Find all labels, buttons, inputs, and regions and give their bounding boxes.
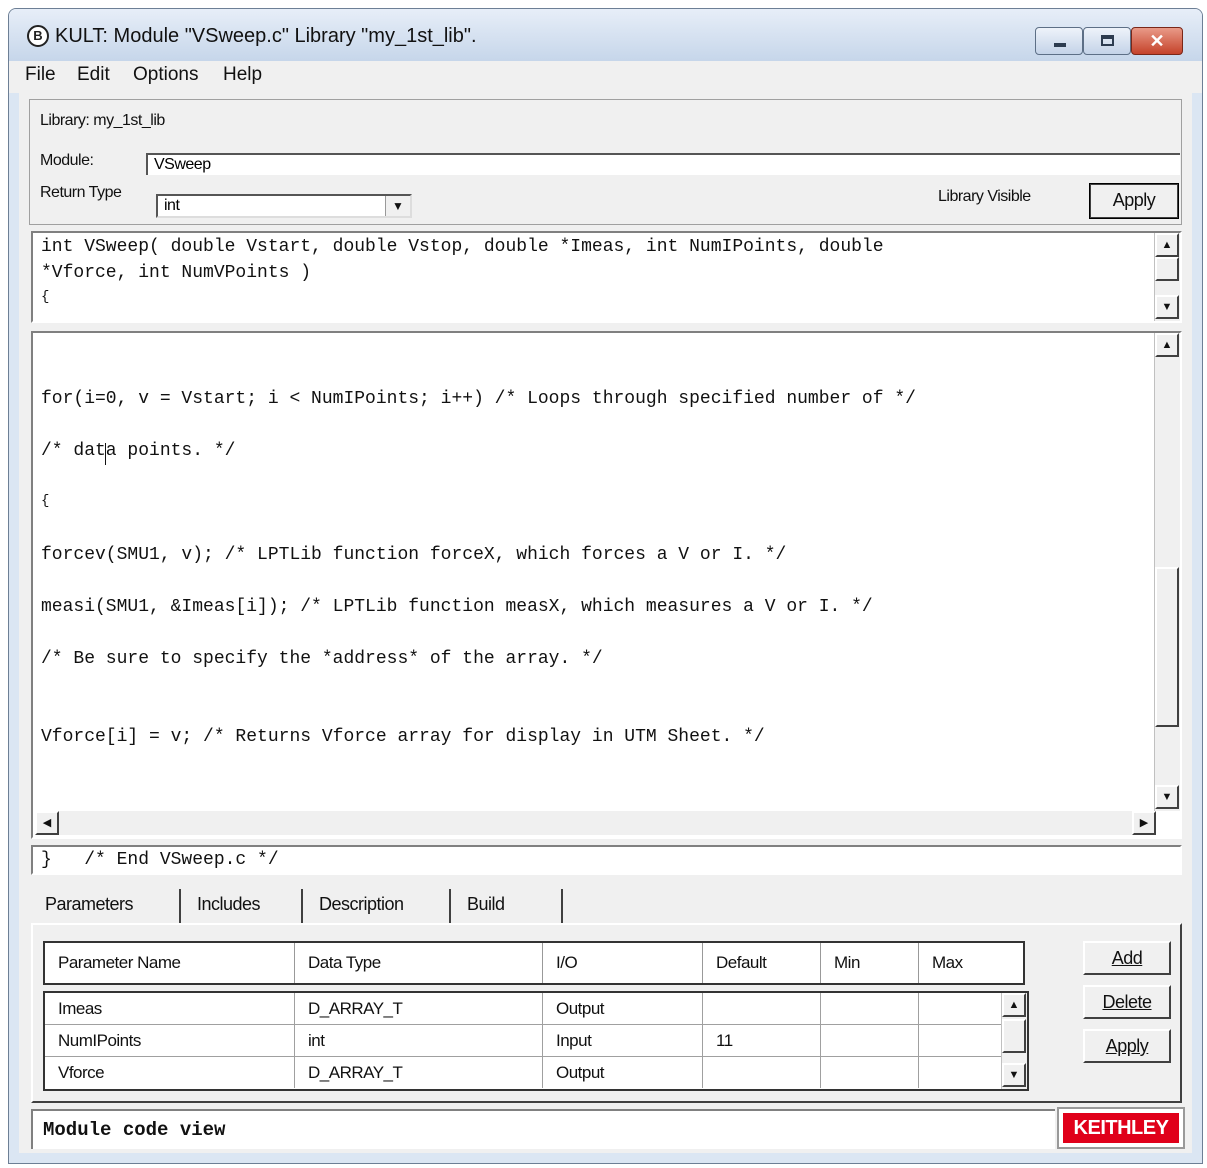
table-row[interactable]: Vforce D_ARRAY_T Output: [45, 1057, 1025, 1089]
menu-file[interactable]: File: [25, 64, 56, 86]
code-line: Vforce[i] = v; /* Returns Vforce array f…: [41, 727, 765, 747]
default-cell[interactable]: 11: [703, 1025, 821, 1056]
tab-description[interactable]: Description: [305, 889, 451, 923]
title-bar[interactable]: B KULT: Module "VSweep.c" Library "my_1s…: [9, 9, 1202, 61]
prototype-line: {: [41, 289, 50, 305]
io-cell[interactable]: Output: [543, 993, 703, 1024]
code-line: for(i=0, v = Vstart; i < NumIPoints; i++…: [41, 389, 916, 409]
column-header: Max: [932, 953, 963, 972]
column-header: Min: [821, 943, 919, 983]
params-table-header: Parameter Name Data Type I/O Default Min…: [43, 941, 1025, 985]
scroll-down-icon[interactable]: ▼: [1155, 785, 1179, 809]
code-line: /* data points. */: [41, 441, 236, 461]
return-type-value: int: [164, 197, 180, 214]
scroll-down-icon[interactable]: ▼: [1155, 295, 1179, 319]
status-text: Module code view: [43, 1119, 226, 1141]
io-cell[interactable]: Input: [543, 1025, 703, 1056]
data-type-cell[interactable]: D_ARRAY_T: [295, 993, 543, 1024]
tab-build[interactable]: Build: [453, 889, 563, 923]
kult-window: B KULT: Module "VSweep.c" Library "my_1s…: [8, 8, 1203, 1164]
code-horizontal-scrollbar[interactable]: ◀ ▶: [35, 811, 1156, 835]
end-line: } /* End VSweep.c */: [41, 850, 279, 870]
params-apply-button[interactable]: Apply: [1083, 1029, 1171, 1063]
menu-bar: File Edit Options Help: [9, 61, 1202, 93]
prototype-editor[interactable]: int VSweep( double Vstart, double Vstop,…: [31, 231, 1182, 323]
add-label: Add: [1111, 948, 1143, 968]
add-parameter-button[interactable]: Add: [1083, 941, 1171, 975]
return-type-label: Return Type: [40, 184, 122, 201]
code-vertical-scrollbar[interactable]: ▲ ▼: [1154, 333, 1180, 811]
min-cell[interactable]: [821, 993, 919, 1024]
apply-label: Apply: [1105, 1036, 1149, 1056]
prototype-scrollbar[interactable]: ▲ ▼: [1154, 233, 1180, 321]
module-label: Module:: [40, 152, 94, 169]
column-header: Parameter Name: [45, 943, 295, 983]
delete-label: Delete: [1102, 992, 1152, 1012]
param-name-cell[interactable]: NumIPoints: [45, 1025, 295, 1056]
scroll-up-icon[interactable]: ▲: [1002, 993, 1026, 1017]
maximize-button[interactable]: [1083, 27, 1131, 55]
delete-parameter-button[interactable]: Delete: [1083, 985, 1171, 1019]
prototype-line: *Vforce, int NumVPoints ): [41, 263, 312, 283]
minimize-button[interactable]: [1035, 27, 1083, 55]
library-label: Library: my_1st_lib: [40, 112, 165, 129]
param-name-cell[interactable]: Imeas: [45, 993, 295, 1024]
data-type-cell[interactable]: int: [295, 1025, 543, 1056]
column-header: Default: [703, 943, 821, 983]
param-name-cell[interactable]: Vforce: [45, 1057, 295, 1088]
prototype-line: int VSweep( double Vstart, double Vstop,…: [41, 237, 884, 257]
code-line: /* Be sure to specify the *address* of t…: [41, 649, 603, 669]
tab-includes[interactable]: Includes: [183, 889, 303, 923]
params-table-body: Imeas D_ARRAY_T Output NumIPoints int In…: [43, 991, 1029, 1091]
scroll-left-icon[interactable]: ◀: [35, 811, 59, 835]
module-header-group: Library: my_1st_lib Module: VSweep Retur…: [29, 99, 1182, 225]
end-line-editor[interactable]: } /* End VSweep.c */: [31, 845, 1182, 875]
column-header: I/O: [543, 943, 703, 983]
status-bar: Module code view: [31, 1109, 1055, 1149]
scroll-up-icon[interactable]: ▲: [1155, 333, 1179, 357]
scroll-thumb[interactable]: [1155, 567, 1179, 727]
data-type-cell[interactable]: D_ARRAY_T: [295, 1057, 543, 1088]
keithley-logo-text: KEITHLEY: [1063, 1113, 1179, 1143]
scroll-thumb[interactable]: [1002, 1019, 1026, 1053]
minimize-icon: [1054, 43, 1066, 47]
io-cell[interactable]: Output: [543, 1057, 703, 1088]
code-line: measi(SMU1, &Imeas[i]); /* LPTLib functi…: [41, 597, 873, 617]
app-icon[interactable]: B: [27, 25, 49, 47]
menu-help[interactable]: Help: [223, 64, 262, 86]
default-cell[interactable]: [703, 1057, 821, 1088]
client-area: Library: my_1st_lib Module: VSweep Retur…: [19, 93, 1192, 1153]
scroll-right-icon[interactable]: ▶: [1132, 811, 1156, 835]
code-editor[interactable]: for(i=0, v = Vstart; i < NumIPoints; i++…: [31, 331, 1182, 839]
tab-strip: Parameters Includes Description Build: [31, 889, 571, 925]
text-cursor: [105, 443, 106, 465]
menu-options[interactable]: Options: [133, 64, 198, 86]
scroll-down-icon[interactable]: ▼: [1002, 1063, 1026, 1087]
module-name-field[interactable]: VSweep: [146, 153, 1180, 175]
library-visible-label: Library Visible: [938, 188, 1031, 205]
scroll-thumb[interactable]: [1155, 257, 1179, 281]
close-button[interactable]: ✕: [1131, 27, 1183, 55]
tab-parameters[interactable]: Parameters: [31, 889, 181, 923]
table-row[interactable]: Imeas D_ARRAY_T Output: [45, 993, 1025, 1025]
column-header: Data Type: [295, 943, 543, 983]
close-icon: ✕: [1149, 31, 1165, 51]
return-type-select[interactable]: int ▼: [156, 194, 412, 218]
header-apply-button[interactable]: Apply: [1089, 183, 1179, 219]
default-cell[interactable]: [703, 993, 821, 1024]
code-line: forcev(SMU1, v); /* LPTLib function forc…: [41, 545, 787, 565]
window-title: KULT: Module "VSweep.c" Library "my_1st_…: [55, 25, 477, 47]
keithley-logo: KEITHLEY: [1057, 1107, 1185, 1149]
maximize-icon: [1101, 35, 1114, 46]
table-row[interactable]: NumIPoints int Input 11: [45, 1025, 1025, 1057]
min-cell[interactable]: [821, 1057, 919, 1088]
chevron-down-icon[interactable]: ▼: [385, 196, 410, 216]
menu-edit[interactable]: Edit: [77, 64, 110, 86]
code-line: {: [41, 493, 50, 509]
scroll-up-icon[interactable]: ▲: [1155, 233, 1179, 257]
params-scrollbar[interactable]: ▲ ▼: [1001, 993, 1027, 1089]
min-cell[interactable]: [821, 1025, 919, 1056]
